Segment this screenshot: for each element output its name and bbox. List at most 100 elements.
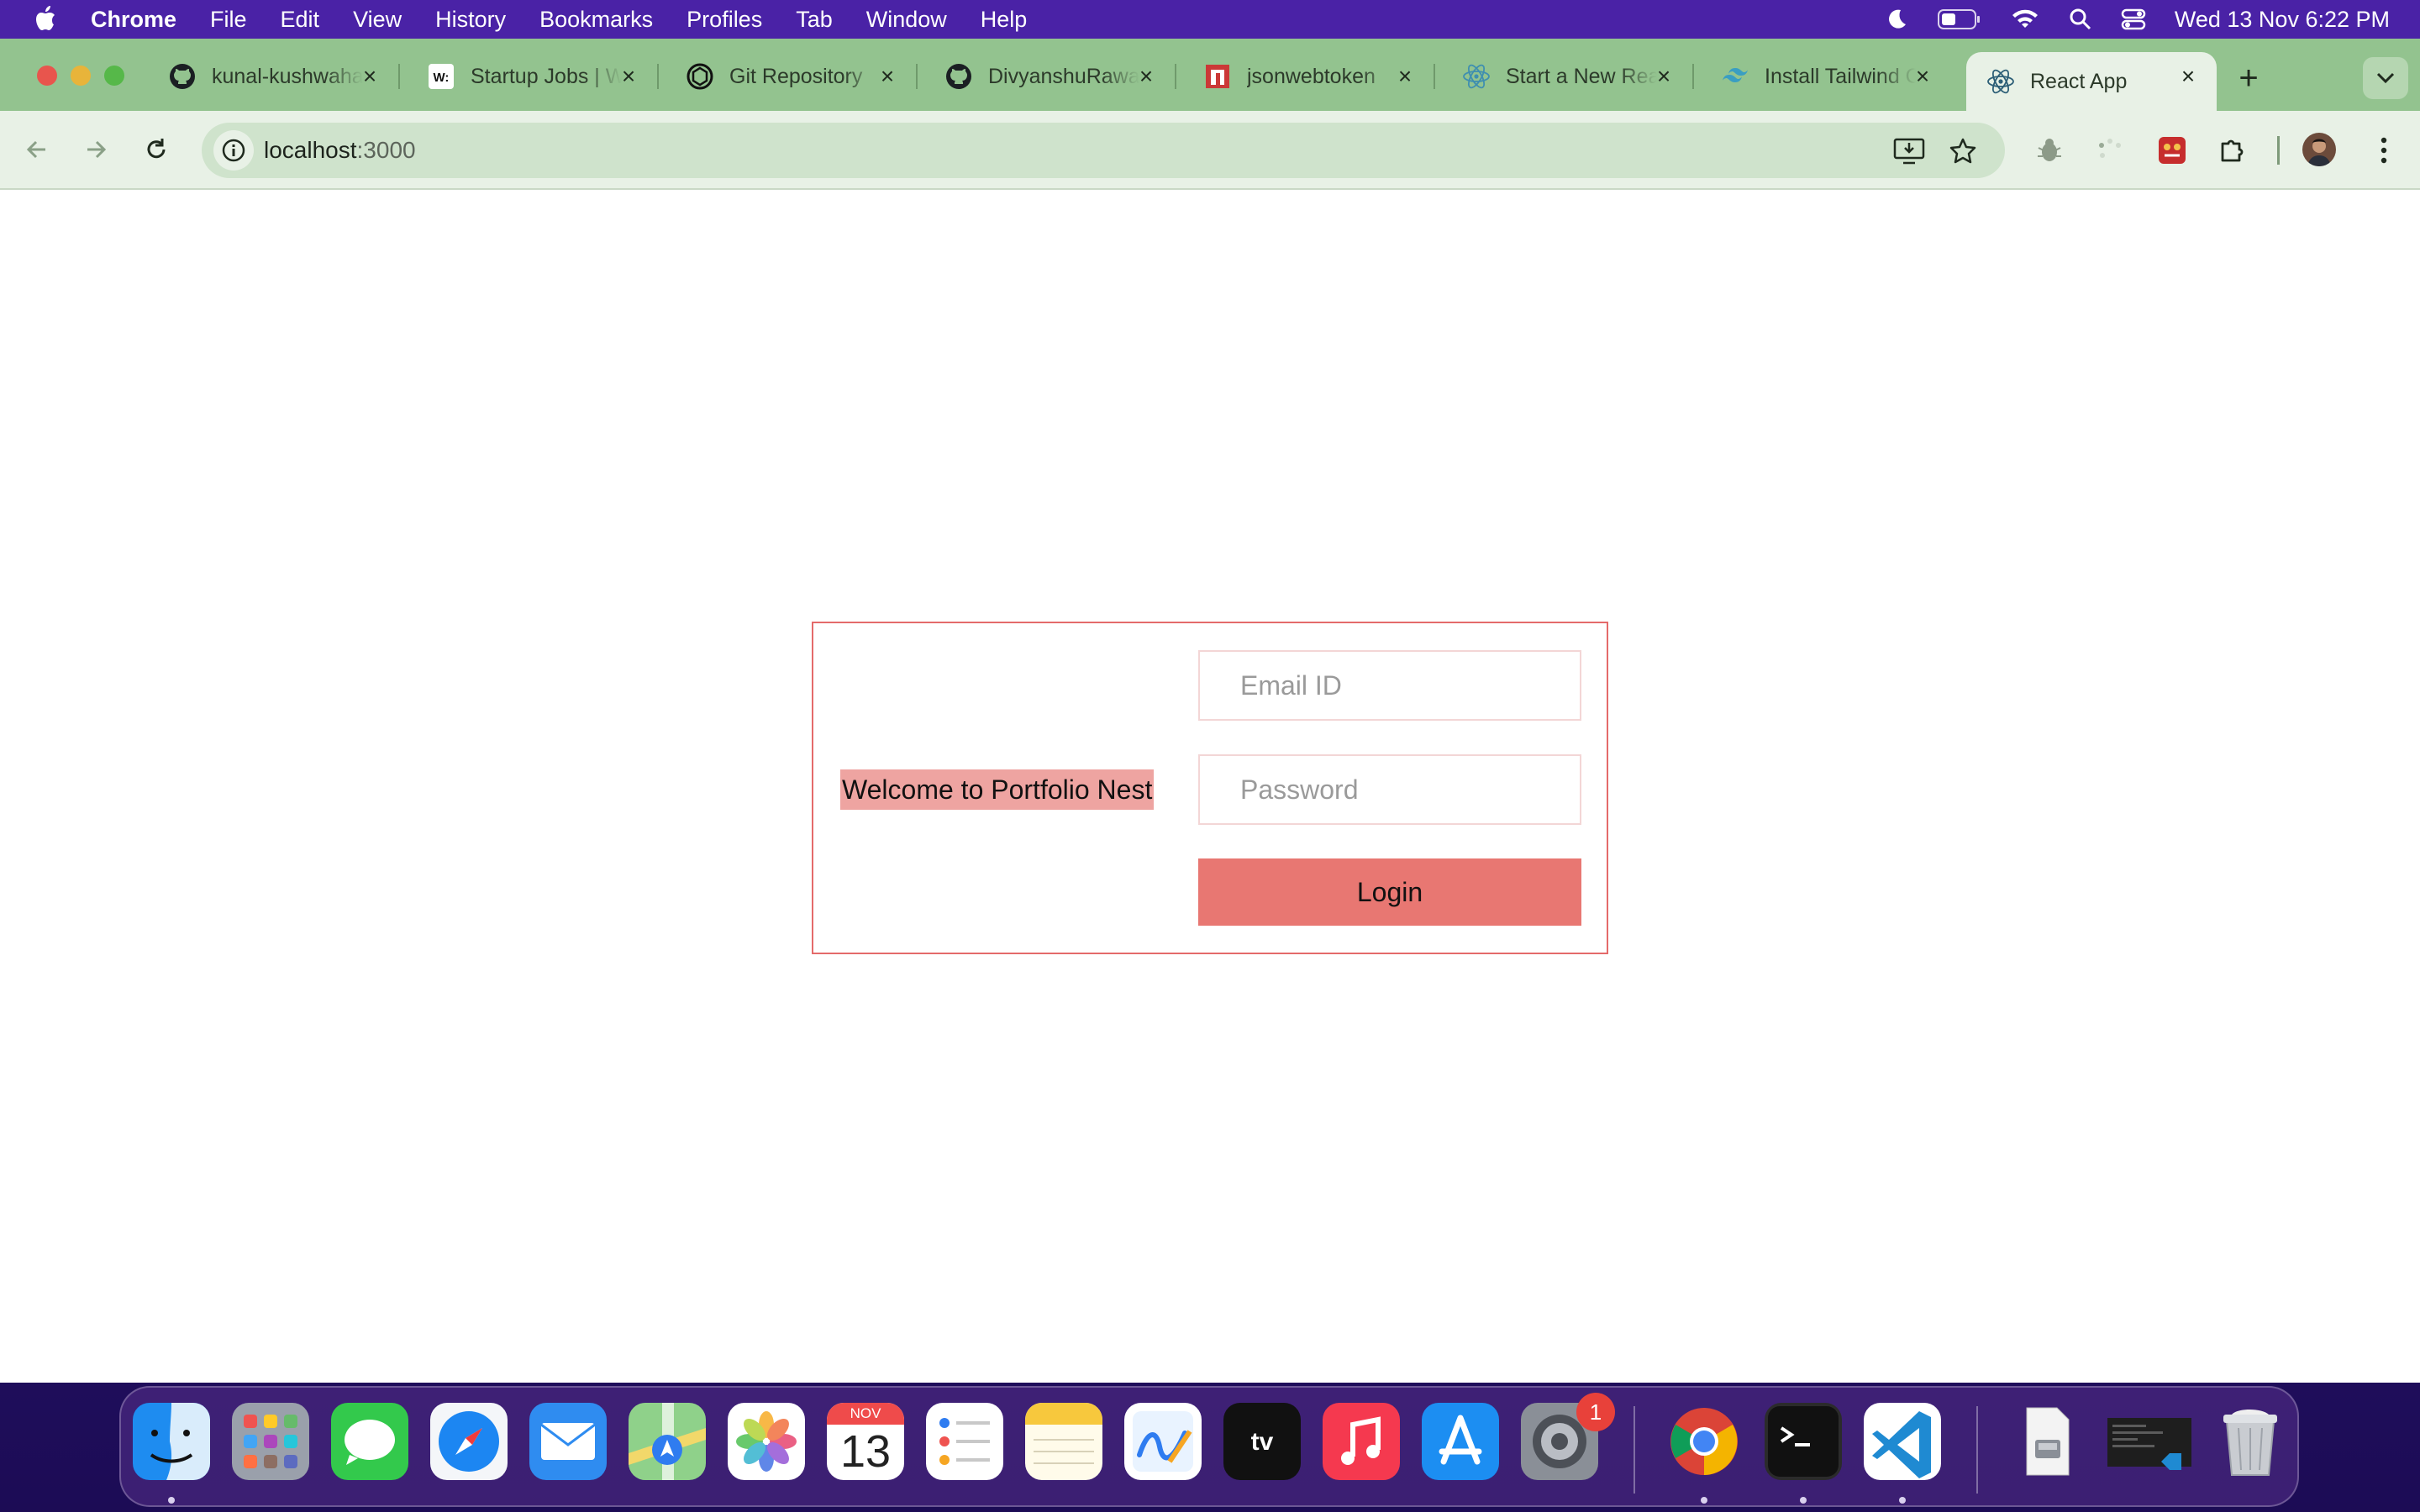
notification-badge: 1 — [1576, 1393, 1615, 1431]
menu-profiles[interactable]: Profiles — [687, 7, 762, 33]
browser-tab[interactable]: Start a New React Project × — [1442, 52, 1694, 101]
tab-separator — [398, 64, 400, 89]
browser-tab[interactable]: Install Tailwind CSS × — [1701, 52, 1951, 101]
tab-title: Startup Jobs | Wellfound — [471, 64, 622, 88]
messages-icon[interactable] — [331, 1403, 408, 1480]
site-info-icon[interactable] — [213, 130, 254, 171]
menu-clock[interactable]: Wed 13 Nov 6:22 PM — [2175, 7, 2390, 33]
tab-title: DivyanshuRawat — [988, 64, 1139, 88]
launchpad-icon[interactable] — [232, 1403, 309, 1480]
wellfound-icon: W: — [427, 62, 455, 91]
notes-icon[interactable] — [1025, 1403, 1102, 1480]
close-tab-icon[interactable]: × — [874, 63, 901, 90]
apple-tv-icon[interactable]: tv — [1223, 1403, 1301, 1480]
zoom-window-button[interactable] — [104, 66, 124, 86]
tab-separator — [1434, 64, 1435, 89]
calendar-month: NOV — [827, 1403, 904, 1425]
extensions-puzzle-icon[interactable] — [2215, 133, 2250, 168]
chrome-menu-button[interactable] — [2366, 133, 2402, 168]
calendar-icon[interactable]: NOV 13 — [827, 1403, 904, 1480]
browser-tab[interactable]: Git Repository × — [666, 52, 918, 101]
menu-tab[interactable]: Tab — [796, 7, 833, 33]
tab-search-button[interactable] — [2363, 57, 2408, 99]
page-viewport: Welcome to Portfolio Nest Login — [0, 190, 2420, 1383]
browser-tab[interactable]: kunal-kushwaha × — [148, 52, 400, 101]
tab-title: Start a New React Project — [1506, 64, 1657, 88]
close-tab-icon[interactable]: × — [1133, 63, 1160, 90]
close-tab-icon[interactable]: × — [2175, 63, 2202, 90]
reminders-icon[interactable] — [926, 1403, 1003, 1480]
finder-icon[interactable] — [133, 1403, 210, 1480]
spotlight-search-icon[interactable] — [2069, 8, 2092, 31]
red-extension-icon[interactable] — [2154, 133, 2190, 168]
address-bar[interactable]: localhost:3000 — [202, 123, 2005, 178]
reload-button[interactable] — [136, 129, 176, 170]
new-tab-button[interactable]: + — [2228, 59, 2269, 99]
disk-image-icon[interactable] — [2008, 1403, 2086, 1480]
close-tab-icon[interactable]: × — [1392, 63, 1418, 90]
menu-help[interactable]: Help — [981, 7, 1028, 33]
dock-separator — [1976, 1406, 1978, 1494]
running-indicator — [168, 1497, 175, 1504]
svg-text:tv: tv — [1251, 1428, 1274, 1456]
freeform-icon[interactable] — [1124, 1403, 1202, 1480]
running-indicator — [1701, 1497, 1707, 1504]
music-icon[interactable] — [1323, 1403, 1400, 1480]
bug-extension-icon[interactable] — [2032, 133, 2067, 168]
close-tab-icon[interactable]: × — [1650, 63, 1677, 90]
url-text[interactable]: localhost:3000 — [264, 137, 416, 164]
menu-window[interactable]: Window — [866, 7, 947, 33]
react-icon — [1462, 62, 1491, 91]
menu-app-name[interactable]: Chrome — [91, 7, 176, 33]
minimize-window-button[interactable] — [71, 66, 91, 86]
photos-icon[interactable] — [728, 1403, 805, 1480]
tab-separator — [657, 64, 659, 89]
terminal-icon[interactable] — [1765, 1403, 1842, 1480]
menu-bar: Chrome File Edit View History Bookmarks … — [0, 0, 2420, 39]
browser-tab-active[interactable]: React App × — [1966, 52, 2217, 111]
back-arrow-icon — [26, 140, 45, 159]
menu-bookmarks[interactable]: Bookmarks — [539, 7, 653, 33]
email-field[interactable] — [1198, 650, 1581, 721]
menu-view[interactable]: View — [353, 7, 402, 33]
mail-icon[interactable] — [529, 1403, 607, 1480]
vscode-icon[interactable] — [1864, 1403, 1941, 1480]
control-center-icon[interactable] — [2121, 8, 2146, 31]
menu-edit[interactable]: Edit — [281, 7, 320, 33]
battery-icon[interactable] — [1937, 8, 1981, 30]
tab-title: jsonwebtoken — [1247, 64, 1376, 88]
browser-tab[interactable]: jsonwebtoken × — [1183, 52, 1435, 101]
apple-menu-icon[interactable] — [32, 3, 60, 35]
minimized-window-icon[interactable] — [2104, 1403, 2196, 1480]
focus-moon-icon[interactable] — [1884, 7, 1909, 32]
browser-toolbar: localhost:3000 — [0, 111, 2420, 190]
close-tab-icon[interactable]: × — [356, 63, 383, 90]
profile-avatar[interactable] — [2302, 133, 2336, 166]
wifi-icon[interactable] — [2010, 8, 2040, 31]
close-window-button[interactable] — [37, 66, 57, 86]
loading-extension-icon[interactable] — [2092, 133, 2128, 168]
trash-icon[interactable] — [2212, 1403, 2289, 1480]
close-tab-icon[interactable]: × — [615, 63, 642, 90]
tab-separator — [1692, 64, 1694, 89]
running-indicator — [1800, 1497, 1807, 1504]
dock: NOV 13 tv 1 — [119, 1386, 2299, 1507]
chrome-icon[interactable] — [1665, 1403, 1743, 1480]
menu-file[interactable]: File — [210, 7, 247, 33]
password-field[interactable] — [1198, 754, 1581, 825]
close-tab-icon[interactable]: × — [1909, 63, 1936, 90]
safari-icon[interactable] — [430, 1403, 508, 1480]
maps-icon[interactable] — [629, 1403, 706, 1480]
menu-history[interactable]: History — [435, 7, 506, 33]
forward-button[interactable] — [76, 129, 116, 170]
back-button[interactable] — [17, 129, 57, 170]
login-button[interactable]: Login — [1198, 858, 1581, 926]
app-store-icon[interactable] — [1422, 1403, 1499, 1480]
browser-tab[interactable]: DivyanshuRawat × — [924, 52, 1176, 101]
tailwind-icon — [1721, 62, 1749, 91]
browser-window: kunal-kushwaha × W: Startup Jobs | Wellf… — [0, 39, 2420, 1383]
calendar-day: 13 — [839, 1426, 892, 1477]
install-app-icon[interactable] — [1892, 134, 1926, 168]
bookmark-star-icon[interactable] — [1946, 134, 1980, 168]
browser-tab[interactable]: W: Startup Jobs | Wellfound × — [407, 52, 659, 101]
